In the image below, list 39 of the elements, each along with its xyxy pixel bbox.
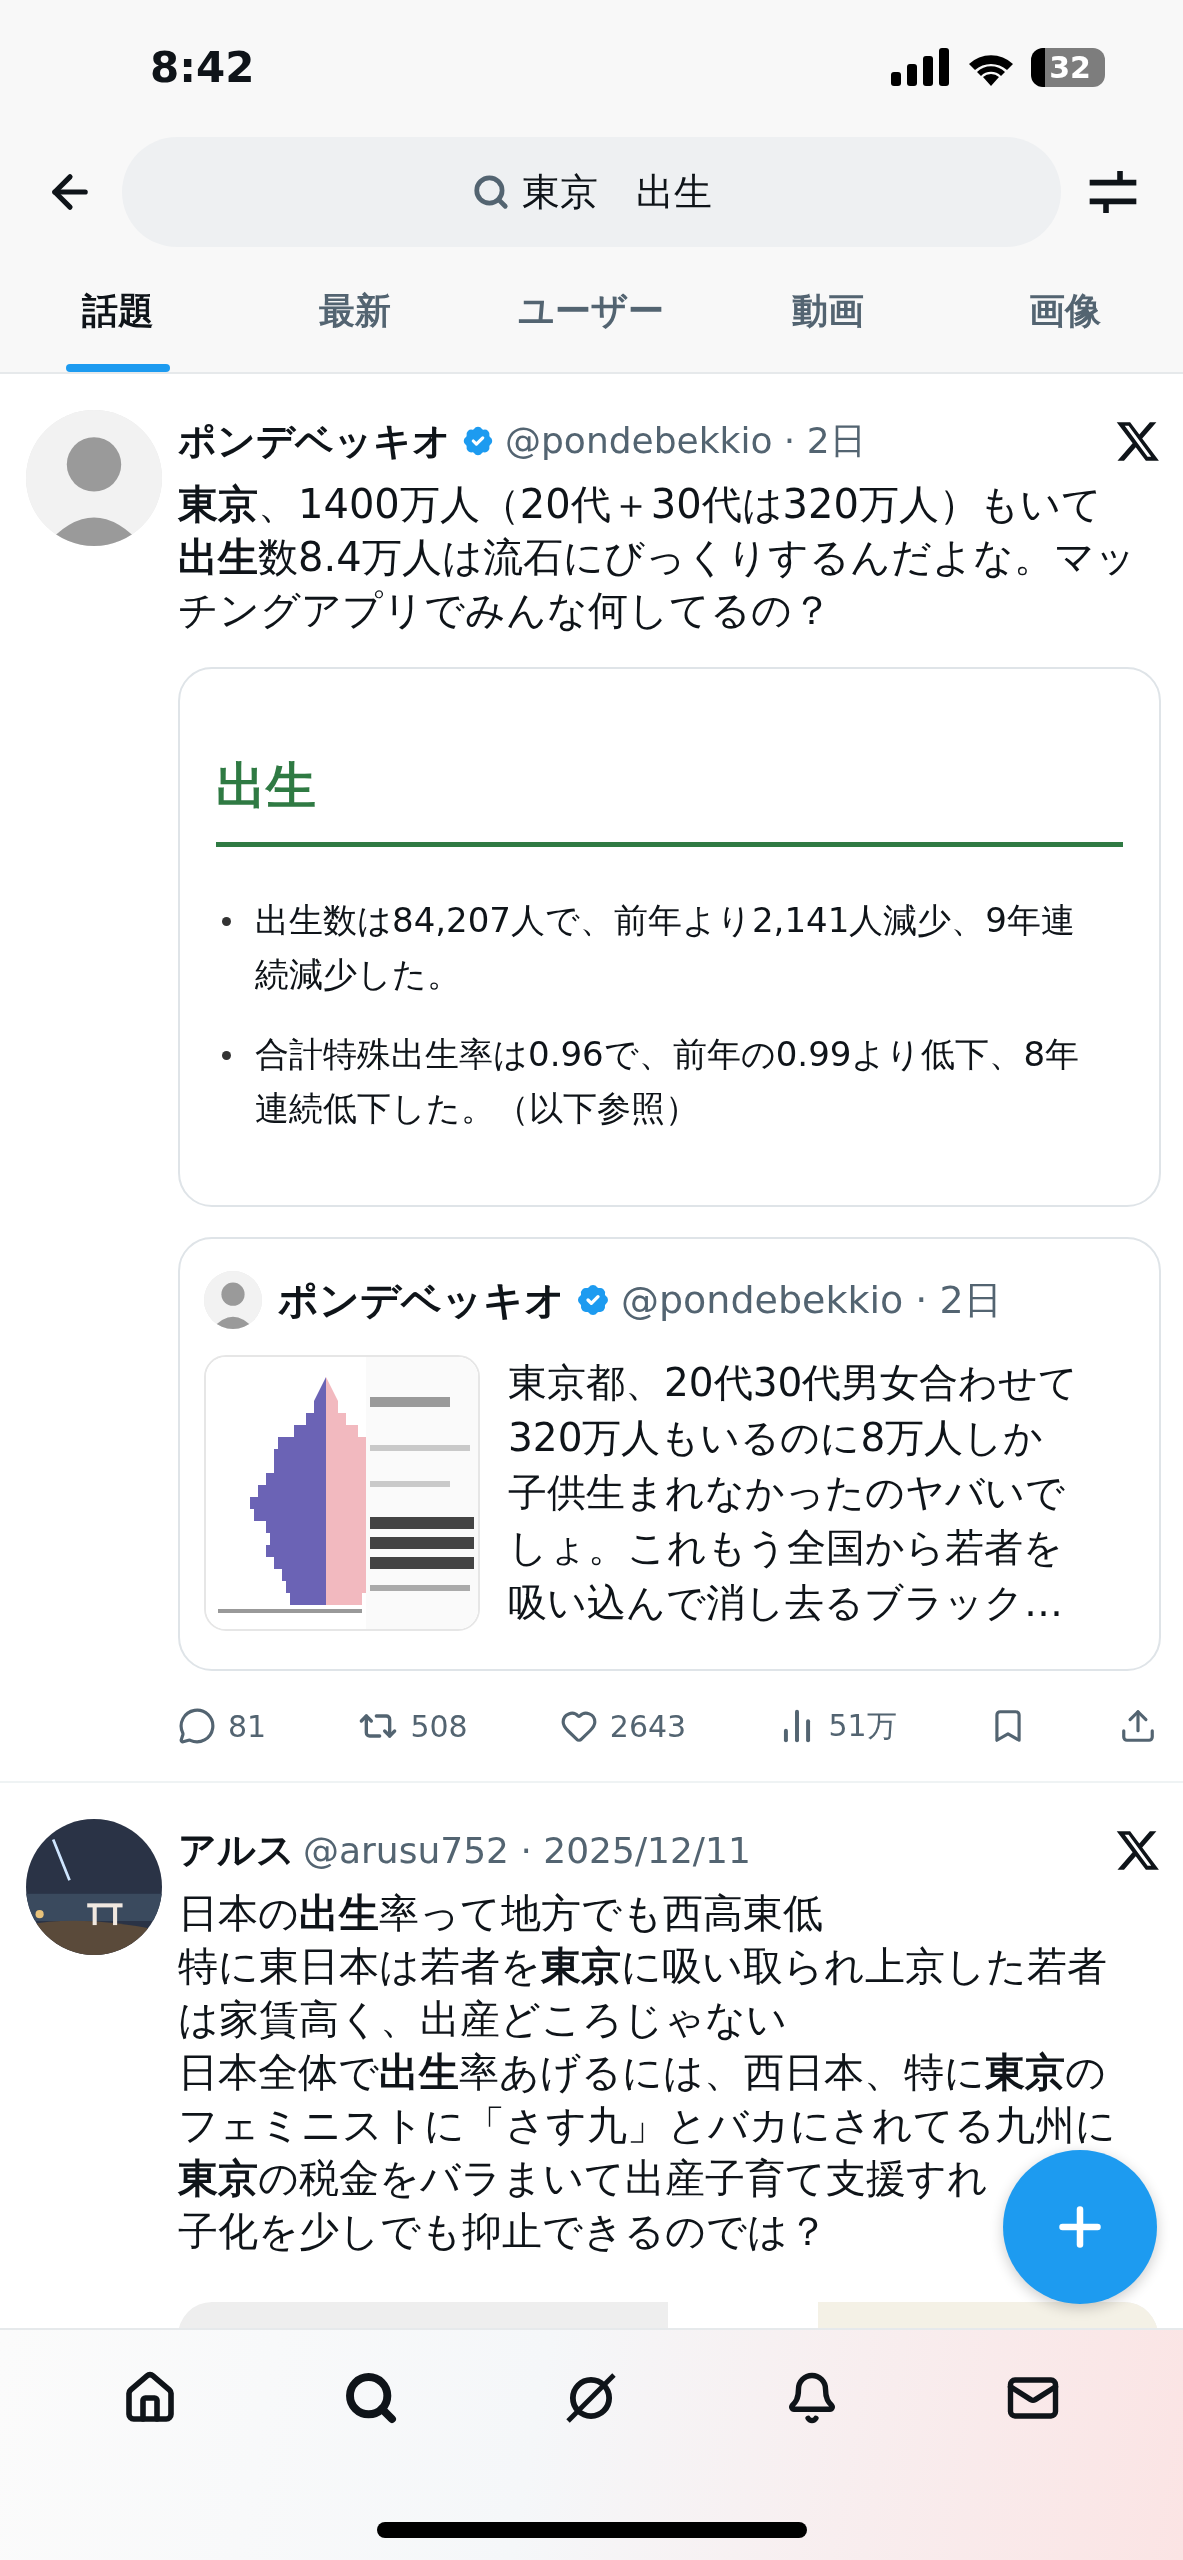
repost-button[interactable]: 508	[358, 1706, 468, 1746]
search-tab[interactable]: 話題	[0, 250, 237, 372]
search-tab[interactable]: ユーザー	[473, 250, 710, 372]
reply-button[interactable]: 81	[178, 1707, 267, 1745]
tweet-text-line: チングアプリでみんな何してるの？	[178, 586, 832, 635]
search-field[interactable]: 東京 出生	[122, 137, 1061, 247]
quoted-post[interactable]: ポンデベッキオ @pondebekkio · 2日 東京都、20代30代男女合わせて 320万人もいるのに8万人しか 子供生まれなかったのヤバいで しょ。これもう全国から若者を 吸い込んで消し去るブラック…	[178, 1237, 1161, 1671]
handle-and-date: @arusu752 · 2025/12/11	[303, 1829, 751, 1871]
tweet-text-line: 日本の出生率って地方でも西高東低	[178, 1889, 823, 1938]
search-tab[interactable]: 最新	[236, 250, 474, 372]
handle-and-date: @pondebekkio · 2日	[621, 1276, 1002, 1324]
card-heading: 出生	[216, 756, 317, 817]
tweet-text-line: 出生数8.4万人は流石にびっくりするんだよな。マッ	[178, 533, 1136, 582]
status-time: 8:42	[150, 42, 255, 92]
article-card[interactable]: 出生 出生数は84,207人で、前年より2,141人減少、9年連 続減少した。 合計特殊出生率は0.96で、前年の0.99より低下、8年 連続低下した。（以下参照）	[178, 667, 1161, 1207]
search-tab[interactable]: 画像	[946, 250, 1183, 372]
battery-level: 32	[1031, 47, 1105, 87]
like-button[interactable]: 2643	[559, 1707, 687, 1745]
search-icon	[471, 173, 510, 211]
signal-icon	[891, 48, 952, 86]
handle-and-date: @pondebekkio · 2日	[505, 418, 866, 463]
bullet-icon	[222, 1051, 231, 1060]
search-tab[interactable]: 動画	[709, 250, 947, 372]
tweet-text-line: 東京、1400万人（20代＋30代は320万人）もいて	[178, 480, 1102, 529]
views-button[interactable]: 51万	[778, 1705, 897, 1747]
bullet-icon	[222, 917, 231, 926]
tweet-text-line: は家賃高く、出産どころじゃない	[178, 1995, 787, 2044]
tweet-text-line: 子化を少しでも抑止できるのでは？	[178, 2207, 828, 2256]
tweet-text-line: フェミニストに「さす九」とバカにされてる九州に	[178, 2101, 1116, 2150]
author-name: ポンデベッキオ	[278, 1275, 565, 1325]
tweet-text-line: 特に東日本は若者を東京に吸い取られ上京した若者	[178, 1942, 1107, 1991]
bullet-text: 合計特殊出生率は0.96で、前年の0.99より低下、8年 連続低下した。（以下参照）	[255, 1033, 1080, 1130]
bullet-text: 出生数は84,207人で、前年より2,141人減少、9年連 続減少した。	[255, 899, 1075, 996]
reply-icon	[178, 1707, 216, 1745]
author-name[interactable]: アルス	[178, 1824, 295, 1876]
tweet-text-line: 東京の税金をバラまいて出産子育て支援すれ	[178, 2154, 988, 2203]
quoted-text: 東京都、20代30代男女合わせて 320万人もいるのに8万人しか 子供生まれなかったのヤバいで しょ。これもう全国から若者を 吸い込んで消し去るブラック…	[508, 1359, 1079, 1627]
tweet-text-line: 日本全体で出生率あげるには、西日本、特に東京の	[178, 2048, 1106, 2097]
author-name[interactable]: ポンデベッキオ	[178, 415, 451, 467]
